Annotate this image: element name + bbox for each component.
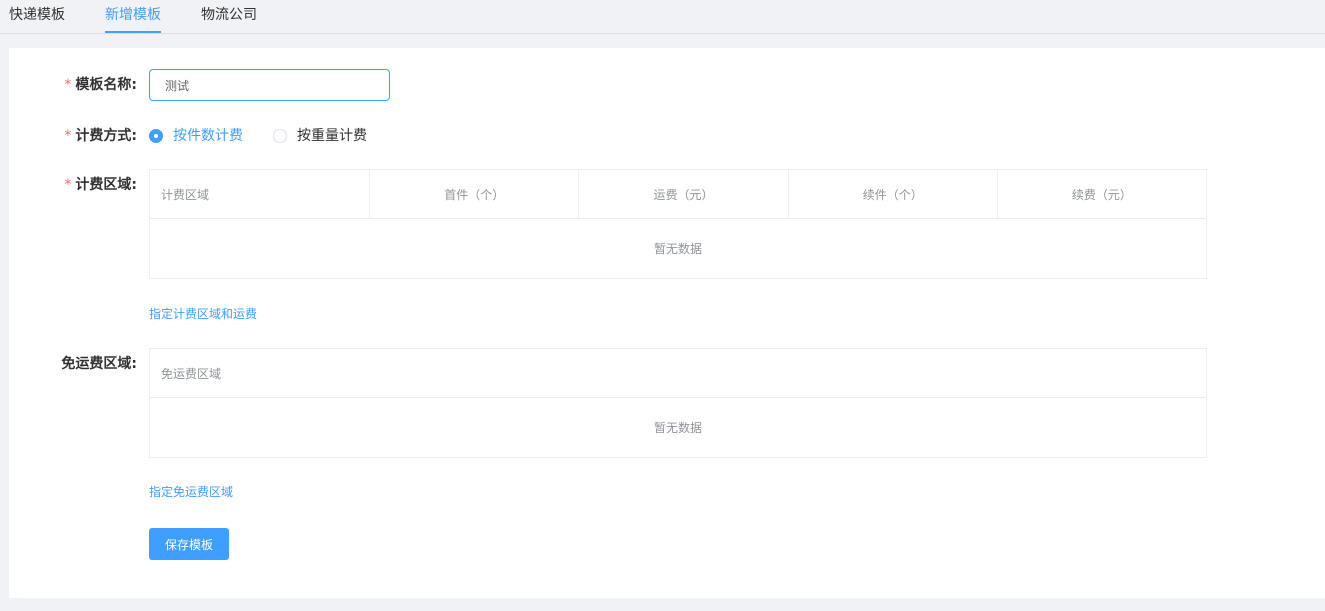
tab-add-template[interactable]: 新增模板 [105,6,161,24]
column-header: 首件（个） [370,170,580,218]
required-mark: * [64,177,72,193]
active-tab-indicator [105,31,161,33]
tab-express-template[interactable]: 快递模板 [9,6,65,24]
empty-text: 暂无数据 [653,242,702,256]
template-name-input[interactable] [149,69,390,101]
tab-logistics-company[interactable]: 物流公司 [201,6,257,24]
save-template-button[interactable]: 保存模板 [149,528,229,560]
empty-text: 暂无数据 [653,421,702,435]
billing-method-label: * 计费方式: [64,128,137,144]
template-name-label: * 模板名称: [64,77,137,93]
billing-area-label: * 计费区域: [64,177,137,193]
radio-by-count-label: 按件数计费 [173,128,243,144]
required-mark: * [64,128,72,144]
column-header: 免运费区域 [161,366,222,381]
free-shipping-area-label: 免运费区域: [61,356,137,372]
assign-billing-area-link[interactable]: 指定计费区域和运费 [149,306,257,322]
table-header: 计费区域 首件（个） 运费（元） 续件（个） 续费（元） [150,170,1206,219]
radio-unchecked-icon[interactable] [273,129,287,143]
tab-bar: 快递模板 新增模板 物流公司 [0,0,1325,34]
table-header: 免运费区域 [150,349,1206,398]
column-header: 计费区域 [150,170,371,218]
form-card: *模板名称: *计费方式: 按件数计费 按重量计费 *计费区域: 计费区域 首件… [9,48,1325,598]
free-shipping-area-table: 免运费区域 暂无数据 [149,348,1207,458]
column-header: 续件（个） [789,170,998,218]
column-header: 续费（元） [1071,187,1132,202]
required-mark: * [64,77,72,93]
assign-free-area-link[interactable]: 指定免运费区域 [149,484,233,500]
radio-by-weight[interactable]: 按重量计费 [273,127,367,145]
billing-area-table: 计费区域 首件（个） 运费（元） 续件（个） 续费（元） 暂无数据 [149,169,1207,279]
radio-by-count[interactable]: 按件数计费 [149,127,243,145]
radio-by-weight-label: 按重量计费 [297,128,367,144]
radio-checked-icon[interactable] [149,129,163,143]
column-header: 运费（元） [579,170,789,218]
